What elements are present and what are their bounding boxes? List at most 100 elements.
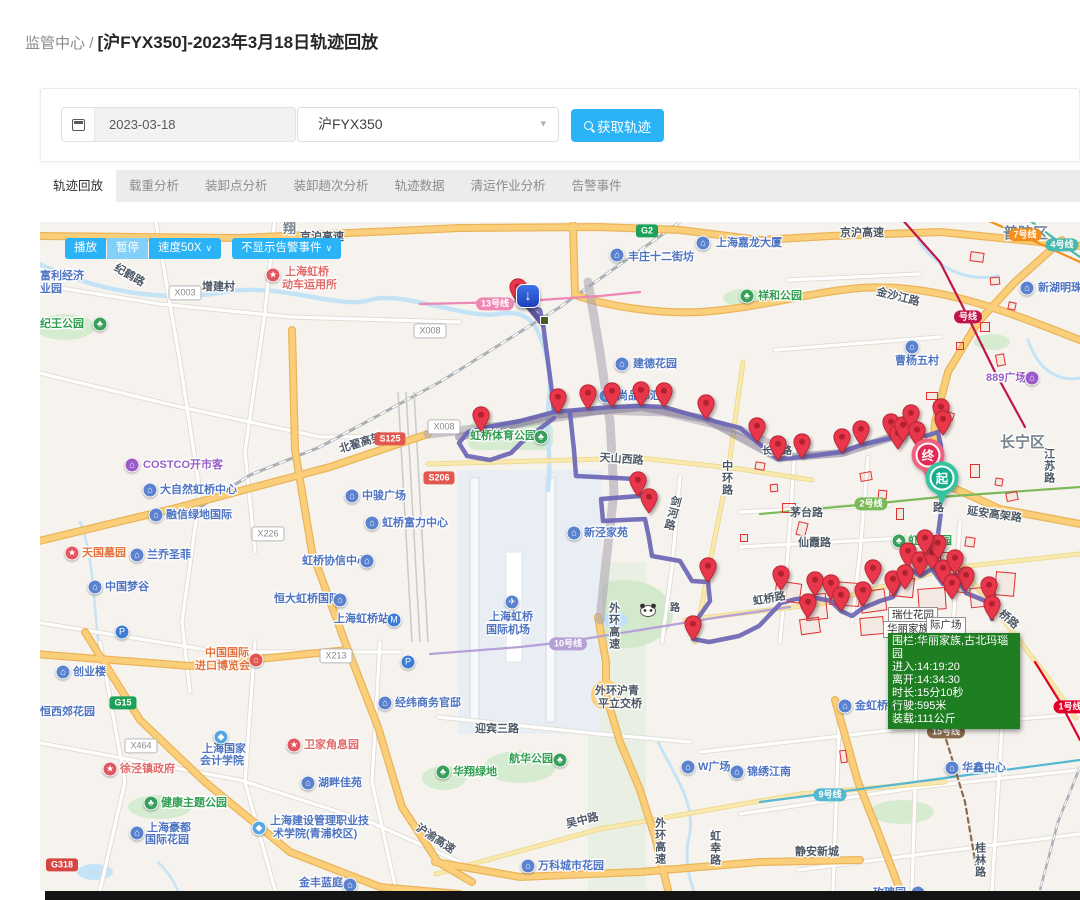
track-point-pin[interactable] (852, 420, 870, 451)
map-label: 上海国家 (202, 743, 246, 756)
map-label: 沪渝高速 (413, 822, 457, 857)
track-point-pin[interactable] (697, 394, 715, 425)
track-point-pin[interactable] (983, 595, 1001, 626)
shopping-poi-icon[interactable]: ⌂ (125, 458, 140, 473)
alarm-display-select[interactable]: 不显示告警事件∨ (232, 238, 341, 259)
tab-load-analysis[interactable]: 载重分析 (116, 170, 192, 202)
building-poi-icon[interactable]: ⌂ (88, 580, 103, 595)
building-poi-icon[interactable]: ⌂ (365, 516, 380, 531)
track-point-pin[interactable] (603, 382, 621, 413)
park-poi-icon[interactable]: ♣ (740, 289, 755, 304)
landmark-poi-icon[interactable]: ★ (266, 268, 281, 283)
track-point-pin[interactable] (772, 565, 790, 596)
building-poi-icon[interactable]: ⌂ (615, 357, 630, 372)
track-point-pin[interactable] (699, 557, 717, 588)
track-point-pin[interactable] (748, 417, 766, 448)
fence-polygon (1005, 491, 1019, 502)
map-label: 健康主题公园 (161, 797, 227, 810)
parking-poi-icon[interactable]: P (401, 655, 416, 670)
track-point-pin[interactable] (632, 381, 650, 412)
park-poi-icon[interactable]: ♣ (436, 765, 451, 780)
bottom-scrollbar[interactable] (45, 891, 1080, 900)
track-point-pin[interactable] (579, 384, 597, 415)
landmark-poi-icon[interactable]: ★ (287, 738, 302, 753)
track-point-pin[interactable] (472, 406, 490, 437)
building-poi-icon[interactable]: ⌂ (945, 761, 960, 776)
tab-load-points[interactable]: 装卸点分析 (192, 170, 281, 202)
shopping-poi-icon[interactable]: ⌂ (1025, 371, 1040, 386)
map-canvas[interactable]: 京沪高速京沪高速普陀区翔上海嘉龙大厦丰庄十二街坊祥和公园新湖明珠城金沙江路曹杨五… (40, 222, 1080, 891)
map-label: 天山西路 (599, 452, 644, 468)
playback-controls: 播放暂停速度50X∨ 不显示告警事件∨ (65, 238, 341, 259)
building-poi-icon[interactable]: ⌂ (130, 826, 145, 841)
play-button[interactable]: 播放 (65, 238, 106, 259)
track-point-pin[interactable] (655, 382, 673, 413)
track-point-pin[interactable] (833, 428, 851, 459)
park-poi-icon[interactable]: ♣ (534, 430, 549, 445)
date-picker[interactable]: 2023-03-18 (61, 107, 296, 142)
building-poi-icon[interactable]: ⌂ (345, 489, 360, 504)
map-label: 上海虹桥站 (334, 613, 389, 626)
map-label: 术学院(青浦校区) (273, 828, 357, 841)
track-point-pin[interactable] (684, 615, 702, 646)
building-poi-icon[interactable]: ⌂ (301, 776, 316, 791)
track-point-pin[interactable] (799, 593, 817, 624)
date-value[interactable]: 2023-03-18 (95, 108, 295, 141)
building-poi-icon[interactable]: ⌂ (838, 699, 853, 714)
tab-load-trips[interactable]: 装卸趟次分析 (281, 170, 382, 202)
school-poi-icon[interactable]: ◆ (252, 821, 267, 836)
building-poi-icon[interactable]: ⌂ (56, 665, 71, 680)
fence-name-box: 际广场 (926, 617, 966, 634)
map-label: 上海虹桥 (489, 611, 533, 624)
landmark-poi-icon[interactable]: ★ (103, 762, 118, 777)
tab-track-playback[interactable]: 轨迹回放 (40, 170, 116, 202)
building-poi-icon[interactable]: ⌂ (521, 859, 536, 874)
vehicle-position-marker[interactable]: ↓ (516, 284, 540, 308)
panda-zoo-icon (639, 603, 657, 622)
fence-polygon (754, 461, 765, 471)
park-poi-icon[interactable]: ♣ (93, 317, 108, 332)
building-poi-icon[interactable]: ⌂ (905, 340, 920, 355)
tab-track-data[interactable]: 轨迹数据 (382, 170, 458, 202)
building-poi-icon[interactable]: ⌂ (130, 548, 145, 563)
building-poi-icon[interactable]: ⌂ (1020, 281, 1035, 296)
tab-alarm-events[interactable]: 告警事件 (559, 170, 635, 202)
fetch-track-button[interactable]: 获取轨迹 (571, 109, 664, 142)
building-poi-icon[interactable]: ⌂ (681, 760, 696, 775)
track-point-pin[interactable] (896, 564, 914, 595)
park-poi-icon[interactable]: ♣ (553, 753, 568, 768)
building-poi-icon[interactable]: ⌂ (333, 593, 348, 608)
track-point-pin[interactable] (943, 574, 961, 605)
building-poi-icon[interactable]: ⌂ (343, 878, 358, 892)
building-poi-icon[interactable]: ⌂ (360, 554, 375, 569)
building-poi-icon[interactable]: ⌂ (911, 886, 926, 892)
vehicle-select[interactable]: 沪FYX350 ▾ (297, 107, 559, 142)
map-label: 湖畔佳苑 (318, 777, 362, 790)
building-poi-icon[interactable]: ⌂ (696, 236, 711, 251)
pause-button[interactable]: 暂停 (107, 238, 148, 259)
expo-poi-icon[interactable]: ⌂ (249, 653, 264, 668)
building-poi-icon[interactable]: ⌂ (567, 526, 582, 541)
track-point-pin[interactable] (916, 529, 934, 560)
tab-cleaning-analysis[interactable]: 清运作业分析 (458, 170, 559, 202)
speed-select[interactable]: 速度50X∨ (149, 238, 221, 259)
building-poi-icon[interactable]: ⌂ (730, 765, 745, 780)
track-point-pin[interactable] (793, 433, 811, 464)
park-poi-icon[interactable]: ♣ (144, 796, 159, 811)
metro-station-icon[interactable]: M (387, 613, 402, 628)
building-poi-icon[interactable]: ⌂ (149, 508, 164, 523)
building-poi-icon[interactable]: ⌂ (143, 483, 158, 498)
breadcrumb-root[interactable]: 监管中心 (25, 35, 85, 52)
track-point-pin[interactable] (549, 388, 567, 419)
building-poi-icon[interactable]: ⌂ (610, 248, 625, 263)
start-marker[interactable]: 起 (923, 460, 961, 513)
building-poi-icon[interactable]: ⌂ (378, 696, 393, 711)
track-point-pin[interactable] (864, 559, 882, 590)
airport-poi-icon[interactable]: ✈ (505, 595, 520, 610)
track-point-pin[interactable] (769, 435, 787, 466)
track-point-pin[interactable] (640, 488, 658, 519)
parking-poi-icon[interactable]: P (115, 625, 130, 640)
track-point-pin[interactable] (832, 586, 850, 617)
landmark-poi-icon[interactable]: ★ (65, 546, 80, 561)
school-poi-icon[interactable]: ◆ (214, 730, 229, 745)
